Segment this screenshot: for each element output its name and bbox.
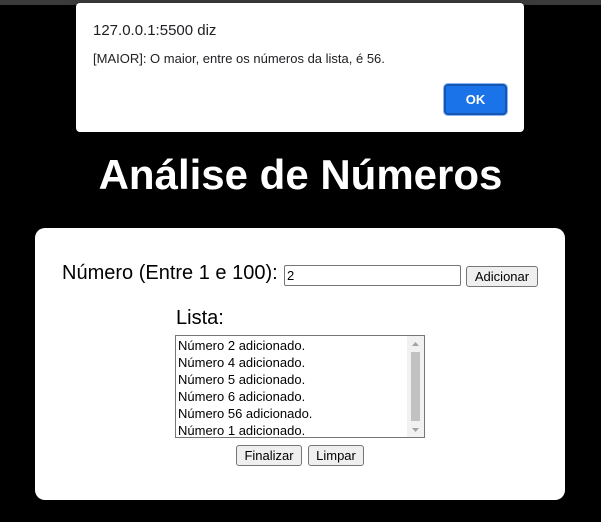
list-item[interactable]: Número 56 adicionado. [178,405,408,422]
dialog-message: [MAIOR]: O maior, entre os números da li… [93,51,385,66]
list-item[interactable]: Número 4 adicionado. [178,354,408,371]
number-label: Número (Entre 1 e 100): [62,262,278,284]
alert-dialog: 127.0.0.1:5500 diz [MAIOR]: O maior, ent… [76,3,524,132]
clear-button[interactable]: Limpar [308,445,364,466]
list-item[interactable]: Número 2 adicionado. [178,337,408,354]
ok-button[interactable]: OK [444,84,507,115]
list-item[interactable]: Número 6 adicionado. [178,388,408,405]
list-item[interactable]: Número 5 adicionado. [178,371,408,388]
page-title: Análise de Números [98,151,503,198]
listbox-scrollbar[interactable] [407,336,424,437]
list-items-container: Número 2 adicionado. Número 4 adicionado… [178,337,408,437]
finish-button[interactable]: Finalizar [236,445,302,466]
analysis-card: Número (Entre 1 e 100): Adicionar Lista:… [35,228,565,500]
scroll-up-arrow-icon[interactable] [407,336,424,351]
list-label: Lista: [176,307,224,329]
scrollbar-thumb[interactable] [411,352,420,421]
number-input[interactable] [284,265,461,286]
add-button[interactable]: Adicionar [466,266,538,287]
numbers-listbox[interactable]: Número 2 adicionado. Número 4 adicionado… [175,335,425,438]
dialog-origin: 127.0.0.1:5500 diz [93,22,217,39]
scroll-down-arrow-icon[interactable] [407,422,424,437]
list-item[interactable]: Número 1 adicionado. [178,422,408,437]
